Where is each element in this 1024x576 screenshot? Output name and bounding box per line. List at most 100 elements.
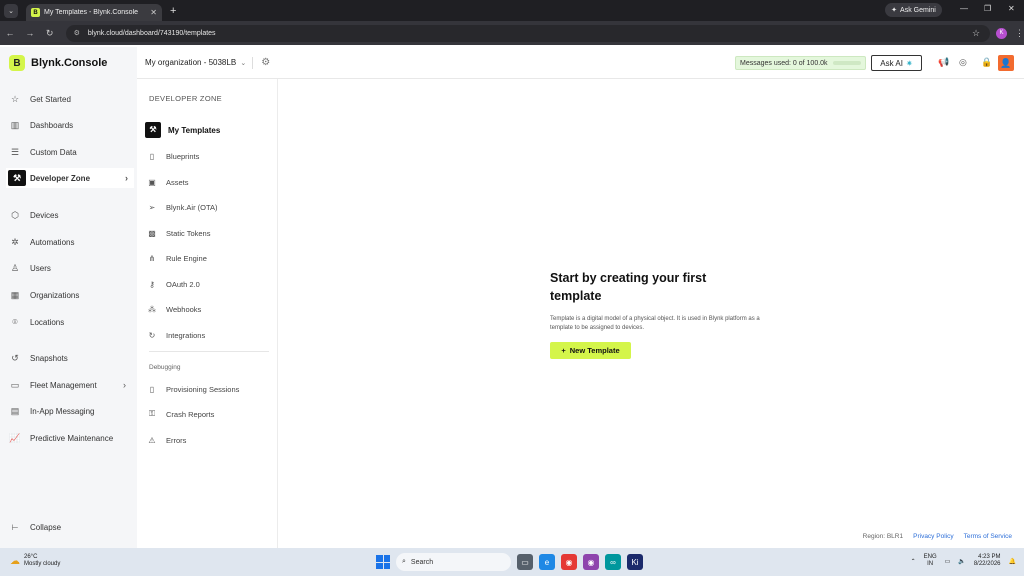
browser-menu-icon[interactable]: ⋮ (1015, 28, 1024, 39)
ask-gemini-button[interactable]: ✦ Ask Gemini (885, 3, 942, 17)
webhook-icon: ⁂ (148, 304, 156, 314)
weather-text: Mostly cloudy (24, 561, 61, 567)
chrome-profile-icon[interactable]: ◉ (583, 554, 599, 570)
ask-ai-button[interactable]: Ask AI ✷ (871, 55, 922, 71)
collapse-button[interactable]: ⊢ Collapse (8, 523, 62, 532)
dz-item-oauth[interactable]: ⚷ OAuth 2.0 (145, 275, 273, 293)
developer-zone-panel: DEVELOPER ZONE ⚒ My Templates ▯ Blueprin… (137, 79, 278, 548)
warning-icon: ⚠ (148, 435, 156, 445)
sidebar-item-users[interactable]: ♙ Users (8, 258, 132, 278)
language-indicator[interactable]: ENG IN (924, 554, 937, 568)
new-template-button[interactable]: + New Template (550, 342, 631, 359)
reload-icon[interactable]: ↻ (40, 28, 60, 39)
dz-item-rule-engine[interactable]: ⋔ Rule Engine (145, 249, 273, 267)
dz-item-errors[interactable]: ⚠ Errors (145, 431, 273, 449)
user-avatar[interactable]: 👤 (998, 55, 1014, 71)
edge-icon[interactable]: e (539, 554, 555, 570)
site-info-icon[interactable]: ⚙ (74, 29, 80, 37)
dz-item-webhooks[interactable]: ⁂ Webhooks (145, 300, 273, 318)
sidebar-item-label: Predictive Maintenance (30, 433, 114, 443)
back-icon[interactable]: ← (0, 28, 20, 38)
sidebar-item-fleet-management[interactable]: ▭ Fleet Management › (8, 375, 132, 395)
dz-item-static-tokens[interactable]: ▩ Static Tokens (145, 224, 273, 242)
sidebar-item-automations[interactable]: ✲ Automations (8, 232, 132, 252)
bookmark-star-icon[interactable]: ☆ (972, 28, 980, 39)
sidebar-item-label: Automations (30, 237, 75, 247)
dz-item-blynk-air[interactable]: ➢ Blynk.Air (OTA) (145, 198, 273, 216)
kicad-icon[interactable]: Ki (627, 554, 643, 570)
close-tab-icon[interactable]: ✕ (150, 8, 157, 17)
profile-avatar[interactable]: K (996, 27, 1007, 39)
plus-icon: + (561, 346, 566, 355)
dz-item-label: My Templates (168, 125, 221, 135)
sidebar-item-in-app-messaging[interactable]: ▤ In-App Messaging (8, 401, 132, 421)
announcements-icon[interactable]: 📢 (938, 57, 949, 68)
sidebar-item-predictive-maintenance[interactable]: 📈 Predictive Maintenance (8, 428, 132, 448)
sidebar-item-label: In-App Messaging (30, 406, 95, 416)
sidebar-item-locations[interactable]: ⌾ Locations (8, 312, 132, 332)
dz-item-assets[interactable]: ▣ Assets (145, 173, 273, 191)
sidebar-item-snapshots[interactable]: ↺ Snapshots (8, 348, 132, 368)
sidebar-item-get-started[interactable]: ☆ Get Started (8, 89, 132, 109)
restore-icon[interactable]: ❐ (984, 4, 991, 13)
sidebar-item-organizations[interactable]: ▦ Organizations (8, 285, 132, 305)
forward-icon[interactable]: → (20, 28, 40, 38)
sidebar-item-label: Dashboards (30, 120, 74, 130)
dz-item-crash-reports[interactable]: ⚿ Crash Reports (145, 405, 273, 423)
sidebar: ☆ Get Started ▥ Dashboards ☰ Custom Data… (0, 79, 137, 548)
logo[interactable]: B Blynk.Console (9, 55, 107, 71)
address-bar-row: ← → ↻ ⚙ blynk.cloud/dashboard/743190/tem… (0, 21, 1024, 45)
trend-icon: 📈 (9, 432, 21, 443)
org-settings-gear-icon[interactable]: ⚙ (261, 57, 270, 68)
tab-search-icon[interactable]: ⌄ (4, 3, 18, 18)
minimize-icon[interactable]: — (960, 4, 968, 13)
sidebar-item-custom-data[interactable]: ☰ Custom Data (8, 142, 132, 162)
clock[interactable]: 4:23 PM 8/22/2026 (974, 554, 1001, 568)
task-view-icon[interactable]: ▭ (517, 554, 533, 570)
messages-used-badge: Messages used: 0 of 100.0k (735, 56, 866, 70)
dz-item-my-templates[interactable]: ⚒ My Templates (145, 121, 273, 139)
ask-ai-label: Ask AI (880, 58, 903, 68)
dz-item-provisioning-sessions[interactable]: ▯ Provisioning Sessions (145, 380, 273, 398)
crash-report-icon: ⚿ (148, 409, 156, 418)
sidebar-item-label: Snapshots (30, 353, 68, 363)
bar-chart-icon: ▥ (10, 119, 20, 130)
notifications-icon[interactable]: 🔔 (1009, 558, 1016, 565)
sidebar-item-developer-zone[interactable]: ⚒ Developer Zone › (6, 168, 134, 188)
sidebar-item-devices[interactable]: ⬡ Devices (8, 205, 132, 225)
close-window-icon[interactable]: ✕ (1008, 4, 1015, 13)
dz-item-integrations[interactable]: ↻ Integrations (145, 326, 273, 344)
dz-item-blueprints[interactable]: ▯ Blueprints (145, 147, 273, 165)
lock-icon[interactable]: 🔒 (981, 57, 992, 68)
url-field[interactable]: ⚙ blynk.cloud/dashboard/743190/templates… (65, 24, 991, 42)
network-icon[interactable]: ▭ (945, 558, 951, 565)
taskbar-search[interactable]: ⌕ Search (396, 553, 511, 571)
dz-item-label: Webhooks (166, 304, 202, 314)
dz-item-label: Rule Engine (166, 253, 207, 263)
integrations-icon: ↻ (148, 330, 156, 340)
paper-plane-icon: ➢ (148, 202, 156, 212)
sidebar-item-label: Custom Data (30, 147, 77, 157)
main-content: Start by creating your first template Te… (278, 79, 1024, 548)
logo-mark: B (9, 55, 25, 71)
arduino-icon[interactable]: ∞ (605, 554, 621, 570)
gemini-icon: ✦ (891, 7, 898, 14)
windows-start-icon[interactable] (376, 555, 390, 569)
chevron-right-icon: › (125, 173, 128, 183)
weather-widget[interactable]: ☁ 26°C Mostly cloudy (10, 554, 60, 568)
divider (252, 56, 254, 69)
chevron-up-icon[interactable]: ⌃ (911, 558, 916, 565)
volume-icon[interactable]: 🔈 (958, 558, 965, 565)
terms-of-service-link[interactable]: Terms of Service (964, 533, 1012, 540)
cube-icon: ⬡ (11, 209, 19, 220)
new-tab-icon[interactable]: + (170, 5, 176, 17)
help-icon[interactable]: ◎ (959, 57, 967, 68)
sidebar-item-dashboards[interactable]: ▥ Dashboards (8, 115, 132, 135)
footer: Region: BLR1 Privacy Policy Terms of Ser… (863, 533, 1012, 540)
privacy-policy-link[interactable]: Privacy Policy (913, 533, 953, 540)
chrome-icon[interactable]: ◉ (561, 554, 577, 570)
browser-tab[interactable]: B My Templates - Blynk.Console ✕ (26, 4, 162, 21)
org-selector[interactable]: My organization - 5038LB ⌄ (145, 58, 246, 67)
collapse-icon: ⊢ (11, 523, 19, 532)
dz-item-label: Blynk.Air (OTA) (166, 202, 218, 212)
